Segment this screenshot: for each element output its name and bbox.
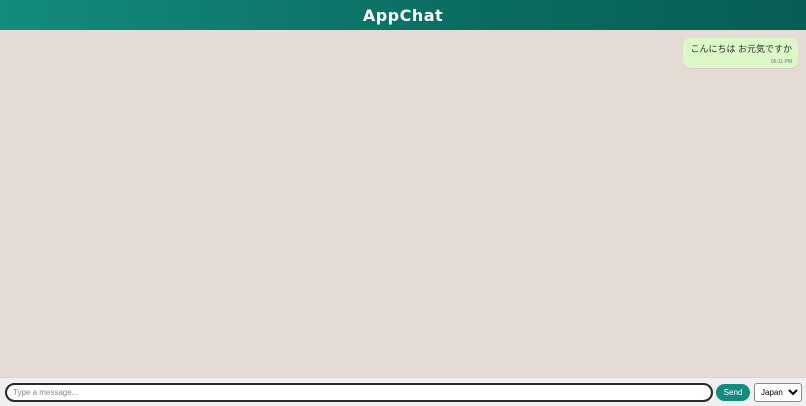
app-header: AppChat xyxy=(0,0,806,30)
message-input[interactable] xyxy=(5,383,713,402)
chat-app: AppChat こんにちは お元気ですか 06:11 PM Send Japan… xyxy=(0,0,806,406)
send-button[interactable]: Send xyxy=(716,384,750,401)
language-select[interactable]: Japanese xyxy=(754,383,802,402)
message-composer: Send Japanese xyxy=(0,377,806,406)
message-time: 06:11 PM xyxy=(770,59,792,65)
app-title: AppChat xyxy=(362,5,444,25)
outgoing-message: こんにちは お元気ですか 06:11 PM xyxy=(683,38,798,68)
message-list[interactable]: こんにちは お元気ですか 06:11 PM xyxy=(0,30,806,377)
message-text: こんにちは お元気ですか xyxy=(690,44,792,54)
